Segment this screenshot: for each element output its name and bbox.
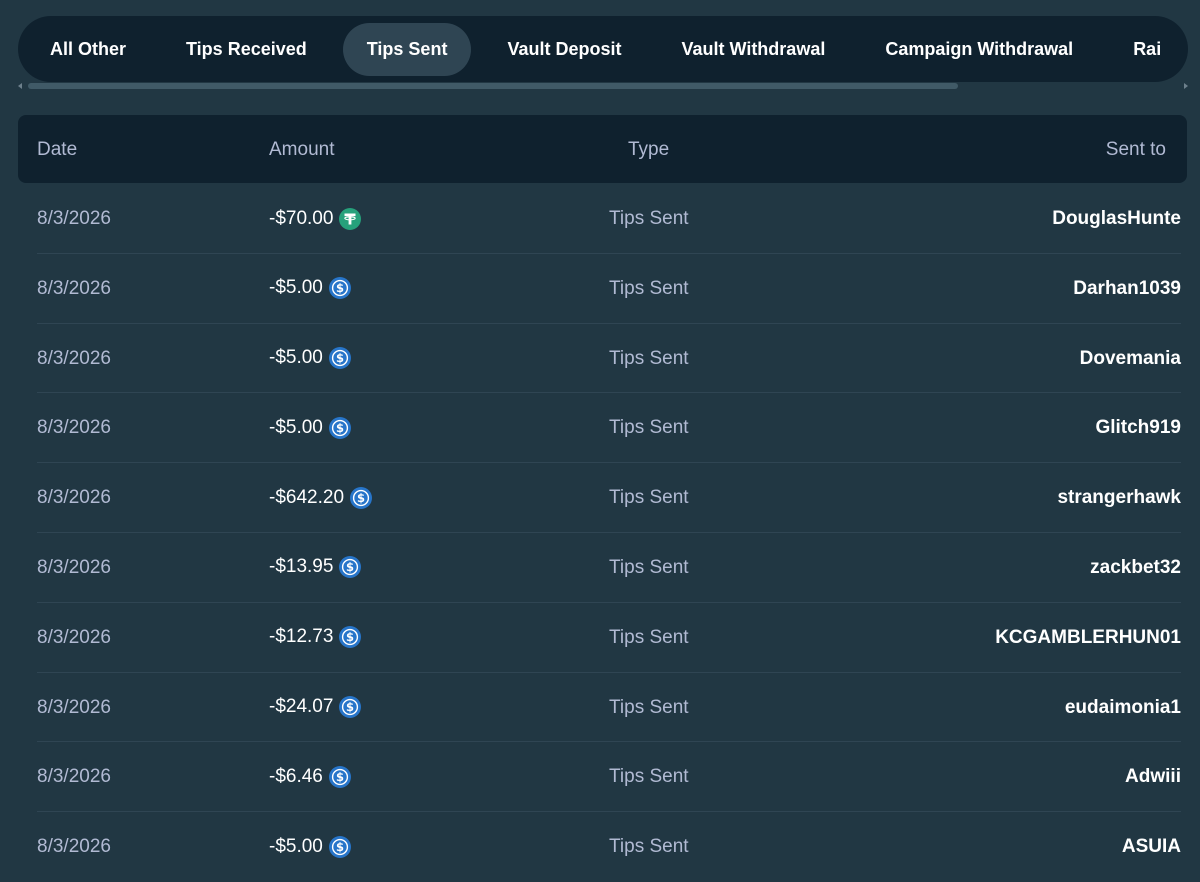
table-row: 8/3/2026 -$24.07 $ Tips Sent eudaimonia1: [37, 673, 1181, 743]
row-sent-to-user[interactable]: Dovemania: [1080, 324, 1181, 393]
table-header: Date Amount Type Sent to: [18, 115, 1187, 183]
amount-value: -$70.00: [269, 207, 334, 229]
row-type: Tips Sent: [609, 766, 689, 788]
table-row: 8/3/2026 -$5.00 $ Tips Sent ASUIA: [37, 812, 1181, 882]
amount-value: -$6.46: [269, 765, 323, 787]
column-header-amount: Amount: [269, 139, 335, 160]
row-type: Tips Sent: [609, 556, 689, 578]
amount-value: -$12.73: [269, 626, 334, 648]
table-row: 8/3/2026 -$70.00 Tips Sent DouglasHunte: [37, 184, 1181, 254]
usdc-icon: $: [328, 277, 351, 300]
amount-value: -$5.00: [269, 277, 323, 299]
row-type: Tips Sent: [609, 417, 689, 439]
svg-text:$: $: [336, 770, 344, 784]
table-row: 8/3/2026 -$13.95 $ Tips Sent zackbet32: [37, 533, 1181, 603]
row-amount: -$6.46 $: [269, 742, 351, 811]
tab-rai[interactable]: Rai: [1109, 23, 1185, 76]
tab-tips-received[interactable]: Tips Received: [162, 23, 331, 76]
row-type: Tips Sent: [609, 836, 689, 858]
table-row: 8/3/2026 -$642.20 $ Tips Sent strangerhawk: [37, 463, 1181, 533]
row-date: 8/3/2026: [37, 417, 111, 439]
scroll-thumb[interactable]: [28, 83, 958, 89]
svg-text:$: $: [336, 840, 344, 854]
row-date: 8/3/2026: [37, 277, 111, 299]
tether-icon: [339, 207, 362, 230]
row-type: Tips Sent: [609, 487, 689, 509]
tab-vault-deposit[interactable]: Vault Deposit: [483, 23, 645, 76]
row-amount: -$5.00 $: [269, 254, 351, 323]
svg-text:$: $: [336, 351, 344, 365]
usdc-icon: $: [350, 486, 373, 509]
svg-text:$: $: [336, 281, 344, 295]
row-date: 8/3/2026: [37, 208, 111, 229]
table-row: 8/3/2026 -$12.73 $ Tips Sent KCGAMBLERHUN01: [37, 603, 1181, 673]
svg-text:$: $: [346, 630, 354, 644]
row-amount: -$70.00: [269, 184, 362, 253]
tab-vault-withdrawal[interactable]: Vault Withdrawal: [657, 23, 849, 76]
row-type: Tips Sent: [609, 696, 689, 718]
row-date: 8/3/2026: [37, 836, 111, 858]
row-type: Tips Sent: [609, 347, 689, 369]
row-sent-to-user[interactable]: zackbet32: [1090, 533, 1181, 602]
column-header-date: Date: [37, 139, 78, 160]
table-row: 8/3/2026 -$5.00 $ Tips Sent Dovemania: [37, 324, 1181, 394]
row-amount: -$5.00 $: [269, 324, 351, 393]
tab-campaign-withdrawal[interactable]: Campaign Withdrawal: [861, 23, 1097, 76]
amount-value: -$24.07: [269, 696, 334, 718]
scroll-left-arrow-icon[interactable]: [18, 83, 22, 89]
row-date: 8/3/2026: [37, 766, 111, 788]
tab-tips-sent[interactable]: Tips Sent: [342, 22, 472, 76]
table-row: 8/3/2026 -$5.00 $ Tips Sent Glitch919: [37, 393, 1181, 464]
scroll-right-arrow-icon[interactable]: [1184, 83, 1188, 89]
row-sent-to-user[interactable]: Glitch919: [1095, 393, 1181, 462]
row-amount: -$12.73 $: [269, 603, 362, 672]
svg-text:$: $: [346, 700, 354, 714]
svg-text:$: $: [346, 561, 354, 575]
row-date: 8/3/2026: [37, 696, 111, 718]
amount-value: -$13.95: [269, 556, 334, 578]
column-header-sent-to: Sent to: [1105, 139, 1166, 160]
row-sent-to-user[interactable]: KCGAMBLERHUN01: [995, 603, 1181, 672]
usdc-icon: $: [328, 765, 351, 788]
tabs-scrollbar[interactable]: [18, 82, 1188, 90]
usdc-icon: $: [328, 835, 351, 858]
row-sent-to-user[interactable]: DouglasHunte: [1052, 184, 1181, 253]
tabs-list: All Other Tips Received Tips Sent Vault Dep…: [18, 16, 1188, 82]
usdc-icon: $: [339, 556, 362, 579]
column-header-type: Type: [628, 139, 670, 160]
transactions-table-body: 8/3/2026 -$70.00 Tips Sent DouglasHunte 8/3/…: [0, 184, 1200, 882]
row-sent-to-user[interactable]: Darhan1039: [1073, 254, 1181, 323]
row-date: 8/3/2026: [37, 556, 111, 578]
row-sent-to-user[interactable]: eudaimonia1: [1065, 673, 1181, 742]
table-row: 8/3/2026 -$6.46 $ Tips Sent Adwiii: [37, 742, 1181, 813]
row-sent-to-user[interactable]: strangerhawk: [1057, 463, 1181, 532]
amount-value: -$5.00: [269, 416, 323, 438]
transaction-type-tabs: All Other Tips Received Tips Sent Vault Dep…: [18, 16, 1188, 82]
table-row: 8/3/2026 -$5.00 $ Tips Sent Darhan1039: [37, 254, 1181, 324]
tab-all-other[interactable]: All Other: [26, 23, 150, 76]
row-sent-to-user[interactable]: ASUIA: [1122, 812, 1181, 881]
svg-text:$: $: [336, 421, 344, 435]
row-amount: -$5.00 $: [269, 812, 351, 881]
svg-text:$: $: [357, 491, 365, 505]
row-amount: -$24.07 $: [269, 673, 362, 742]
row-type: Tips Sent: [609, 626, 689, 648]
row-amount: -$5.00 $: [269, 393, 351, 462]
amount-value: -$5.00: [269, 835, 323, 857]
row-type: Tips Sent: [609, 277, 689, 299]
usdc-icon: $: [339, 696, 362, 719]
row-date: 8/3/2026: [37, 347, 111, 369]
usdc-icon: $: [328, 347, 351, 370]
amount-value: -$642.20: [269, 486, 345, 508]
usdc-icon: $: [328, 416, 351, 439]
usdc-icon: $: [339, 626, 362, 649]
row-date: 8/3/2026: [37, 487, 111, 509]
row-amount: -$642.20 $: [269, 463, 373, 532]
row-amount: -$13.95 $: [269, 533, 362, 602]
row-type: Tips Sent: [609, 208, 689, 229]
row-date: 8/3/2026: [37, 626, 111, 648]
amount-value: -$5.00: [269, 347, 323, 369]
row-sent-to-user[interactable]: Adwiii: [1125, 742, 1181, 811]
